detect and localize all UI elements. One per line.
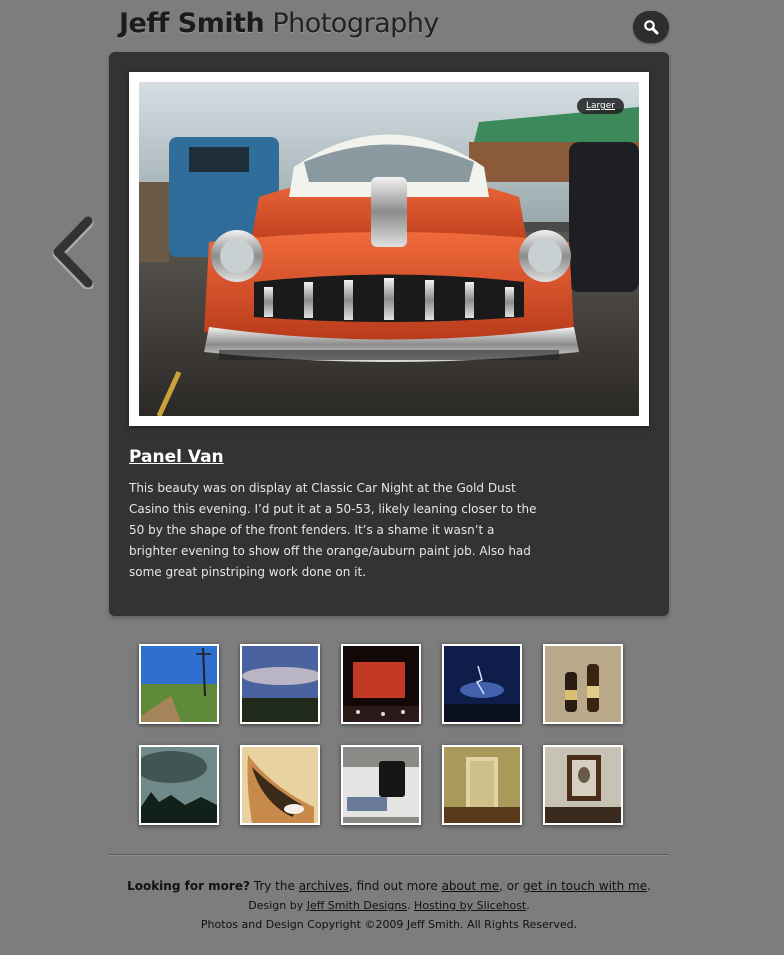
site-title-name: Jeff Smith <box>119 8 265 39</box>
thumbnail-1[interactable] <box>139 644 219 724</box>
photo-title[interactable]: Panel Van <box>129 447 224 467</box>
site-header: Jeff Smith Photography <box>109 0 669 52</box>
about-me-link[interactable]: about me <box>442 879 500 893</box>
site-title-rest: Photography <box>272 8 439 39</box>
footer-divider <box>109 854 669 856</box>
thumbnail-image <box>141 747 217 823</box>
thumbnail-2[interactable] <box>240 644 320 724</box>
search-button[interactable] <box>633 11 669 43</box>
footer-links-line: Looking for more? Try the archives, find… <box>109 876 669 896</box>
thumbnail-image <box>343 646 419 722</box>
footer-text: Design by <box>248 899 307 912</box>
thumbnail-7[interactable] <box>240 745 320 825</box>
thumbnail-4[interactable] <box>442 644 522 724</box>
thumbnail-image <box>444 646 520 722</box>
thumbnail-9[interactable] <box>442 745 522 825</box>
footer-text: . <box>647 879 651 893</box>
footer-credits-line: Design by Jeff Smith Designs. Hosting by… <box>109 896 669 915</box>
photo-frame: Larger <box>129 72 649 426</box>
design-credit-link[interactable]: Jeff Smith Designs <box>307 899 407 912</box>
thumbnail-3[interactable] <box>341 644 421 724</box>
archives-link[interactable]: archives <box>299 879 349 893</box>
thumbnail-image <box>545 747 621 823</box>
site-footer: Looking for more? Try the archives, find… <box>109 876 669 934</box>
search-icon <box>644 20 659 35</box>
thumbnail-image <box>444 747 520 823</box>
thumbnail-image <box>242 646 318 722</box>
thumbnail-5[interactable] <box>543 644 623 724</box>
thumbnail-8[interactable] <box>341 745 421 825</box>
thumbnail-6[interactable] <box>139 745 219 825</box>
footer-text: Try the <box>249 879 299 893</box>
main-photo[interactable]: Larger <box>139 82 639 416</box>
site-title[interactable]: Jeff Smith Photography <box>119 8 439 39</box>
looking-for-more-label: Looking for more? <box>127 879 250 893</box>
thumbnail-10[interactable] <box>543 745 623 825</box>
chevron-left-icon <box>52 216 94 291</box>
car-photo-image <box>139 82 639 416</box>
footer-text: . <box>407 899 415 912</box>
copyright-text: Photos and Design Copyright ©2009 Jeff S… <box>200 918 578 931</box>
footer-text: . <box>526 899 530 912</box>
larger-button[interactable]: Larger <box>576 98 624 114</box>
thumbnail-image <box>141 646 217 722</box>
footer-text: , or <box>499 879 523 893</box>
photo-description: This beauty was on display at Classic Ca… <box>129 481 537 579</box>
thumbnail-image <box>343 747 419 823</box>
photo-panel: Larger Panel Van This beauty was on disp… <box>109 52 669 616</box>
previous-photo-button[interactable] <box>48 215 96 291</box>
thumbnail-image <box>242 747 318 823</box>
contact-link[interactable]: get in touch with me <box>523 879 647 893</box>
hosting-link[interactable]: Hosting by Slicehost <box>414 899 526 912</box>
thumbnail-image <box>545 646 621 722</box>
footer-text: , find out more <box>348 879 442 893</box>
